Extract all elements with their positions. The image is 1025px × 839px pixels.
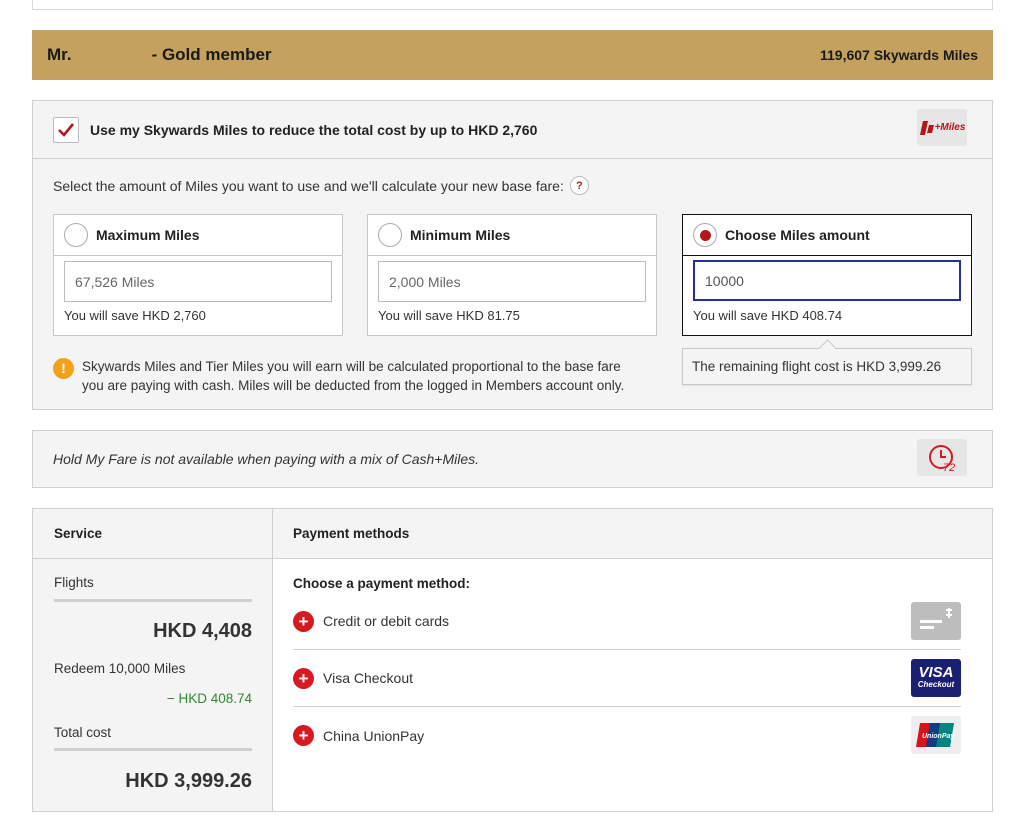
help-icon[interactable]: ? xyxy=(569,176,589,195)
use-miles-header: Use my Skywards Miles to reduce the tota… xyxy=(33,101,992,159)
option-title: Maximum Miles xyxy=(96,227,200,243)
hold-fare-message: Hold My Fare is not available when payin… xyxy=(53,451,480,467)
option-choose-miles-header: Choose Miles amount xyxy=(683,215,971,256)
divider xyxy=(54,599,252,602)
radio-selected-dot xyxy=(699,229,711,241)
warning-icon: ! xyxy=(53,358,74,379)
option-minimum-miles[interactable]: Minimum Miles You will save HKD 81.75 xyxy=(367,214,657,336)
member-name: Mr. - Gold member xyxy=(47,45,272,65)
expand-plus-icon[interactable]: + xyxy=(293,667,314,689)
option-maximum-miles-header: Maximum Miles xyxy=(54,215,342,256)
payment-panel-header: Service Payment methods xyxy=(33,509,992,559)
hold-72-clock-icon: 72 xyxy=(917,439,967,476)
payment-method-name: China UnionPay xyxy=(323,727,425,744)
payment-method-name: Credit or debit cards xyxy=(323,613,450,629)
option-savings: You will save HKD 81.75 xyxy=(378,308,520,323)
divider xyxy=(54,748,252,751)
select-miles-prompt: Select the amount of Miles you want to u… xyxy=(53,176,589,195)
choose-miles-radio[interactable] xyxy=(693,223,717,247)
minimum-miles-radio[interactable] xyxy=(378,223,402,247)
service-column-header: Service xyxy=(33,509,273,558)
use-miles-label: Use my Skywards Miles to reduce the tota… xyxy=(90,121,538,138)
notice-line-1: Skywards Miles and Tier Miles you will e… xyxy=(82,359,621,374)
option-savings: You will save HKD 408.74 xyxy=(693,308,843,323)
unionpay-logo-text: UnionPay xyxy=(922,733,955,740)
option-choose-miles[interactable]: Choose Miles amount You will save HKD 40… xyxy=(682,214,972,336)
choose-miles-input[interactable] xyxy=(693,260,961,301)
payment-method-card[interactable]: + Credit or debit cards xyxy=(293,593,961,650)
total-cost-amount: HKD 3,999.26 xyxy=(125,770,252,792)
member-bar: Mr. - Gold member 119,607 Skywards Miles xyxy=(32,30,993,80)
previous-section-edge xyxy=(32,0,993,10)
checkmark-icon xyxy=(58,122,75,137)
option-savings: You will save HKD 2,760 xyxy=(64,308,206,323)
payment-method-name: Visa Checkout xyxy=(323,670,414,686)
select-miles-prompt-text: Select the amount of Miles you want to u… xyxy=(53,177,564,194)
option-maximum-miles[interactable]: Maximum Miles You will save HKD 2,760 xyxy=(53,214,343,336)
skywards-miles-logo-icon: +Miles xyxy=(917,109,967,146)
unionpay-icon: UnionPay xyxy=(911,716,961,754)
option-minimum-miles-header: Minimum Miles xyxy=(368,215,656,256)
miles-earning-notice: ! Skywards Miles and Tier Miles you will… xyxy=(53,357,653,395)
generic-card-icon xyxy=(911,602,961,640)
plane-mark-icon xyxy=(919,120,934,135)
member-name-prefix: Mr. xyxy=(47,45,72,64)
use-miles-panel: Use my Skywards Miles to reduce the tota… xyxy=(32,100,993,410)
maximum-miles-input[interactable] xyxy=(64,261,332,302)
flights-label: Flights xyxy=(54,575,94,590)
payment-panel: Service Payment methods Flights HKD 4,40… xyxy=(32,508,993,812)
option-title: Choose Miles amount xyxy=(725,227,870,243)
payment-methods-list: Choose a payment method: + Credit or deb… xyxy=(273,559,992,811)
service-summary: Flights HKD 4,408 Redeem 10,000 Miles − … xyxy=(33,559,273,811)
hold-icon-number: 72 xyxy=(943,462,955,473)
flights-amount: HKD 4,408 xyxy=(153,620,252,642)
hold-fare-panel: Hold My Fare is not available when payin… xyxy=(32,430,993,488)
total-cost-label: Total cost xyxy=(54,725,112,740)
miles-balance: 119,607 Skywards Miles xyxy=(820,47,978,63)
notice-text: Skywards Miles and Tier Miles you will e… xyxy=(82,357,624,395)
redeem-miles-discount: − HKD 408.74 xyxy=(166,691,252,706)
payment-method-unionpay[interactable]: + China UnionPay UnionPay xyxy=(293,707,961,764)
notice-line-2: you are paying with cash. Miles will be … xyxy=(82,378,625,393)
redeem-miles-label: Redeem 10,000 Miles xyxy=(54,661,186,676)
option-title: Minimum Miles xyxy=(410,227,511,243)
use-miles-checkbox[interactable] xyxy=(53,116,79,143)
visa-checkout-logo-text: Checkout xyxy=(917,680,955,689)
member-tier: - Gold member xyxy=(151,45,272,64)
payment-methods-header: Payment methods xyxy=(293,526,410,541)
maximum-miles-radio[interactable] xyxy=(64,223,88,247)
minimum-miles-input[interactable] xyxy=(378,261,646,302)
expand-plus-icon[interactable]: + xyxy=(293,610,314,632)
visa-checkout-icon: VISA Checkout xyxy=(911,659,961,697)
choose-payment-label: Choose a payment method: xyxy=(293,576,471,591)
payment-method-visa-checkout[interactable]: + Visa Checkout VISA Checkout xyxy=(293,650,961,707)
expand-plus-icon[interactable]: + xyxy=(293,725,314,746)
visa-logo-text: VISA xyxy=(918,664,954,681)
skywards-miles-logo-text: +Miles xyxy=(934,122,966,133)
remaining-cost-tooltip: The remaining flight cost is HKD 3,999.2… xyxy=(682,348,972,385)
